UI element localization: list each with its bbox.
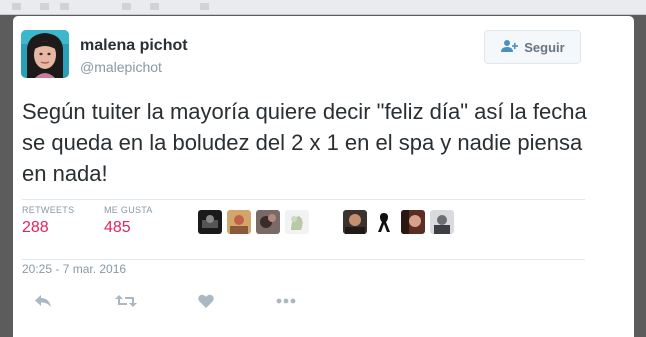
liker-avatar[interactable] <box>343 210 367 234</box>
retweet-button[interactable] <box>115 291 137 311</box>
liker-avatar[interactable] <box>401 210 425 234</box>
tweet-timestamp[interactable]: 20:25 - 7 mar. 2016 <box>22 262 126 276</box>
reply-button[interactable] <box>32 291 54 311</box>
likes-count: 485 <box>104 219 131 236</box>
liker-avatar[interactable] <box>227 210 251 234</box>
liker-avatar[interactable] <box>430 210 454 234</box>
retweet-icon <box>115 294 137 308</box>
toolbar-icon <box>150 3 159 10</box>
author-handle[interactable]: @malepichot <box>80 59 162 75</box>
toolbar-icon <box>60 3 69 10</box>
liker-avatar[interactable] <box>198 210 222 234</box>
retweets-label: RETWEETS <box>22 205 75 215</box>
follow-button[interactable]: Seguir <box>484 30 581 64</box>
more-icon <box>276 298 296 304</box>
liker-avatar[interactable] <box>285 210 309 234</box>
avatar[interactable] <box>21 30 69 78</box>
liker-avatar[interactable] <box>256 210 280 234</box>
reply-icon <box>34 294 52 308</box>
toolbar-icon <box>40 3 49 10</box>
liker-avatar[interactable] <box>372 210 396 234</box>
retweets-stat[interactable]: RETWEETS 288 <box>22 205 74 237</box>
follow-label: Seguir <box>524 39 565 55</box>
background-window-strip <box>0 0 646 15</box>
toolbar-icon <box>200 3 209 10</box>
divider <box>22 199 585 200</box>
heart-icon <box>198 294 214 308</box>
person-plus-icon <box>500 39 519 56</box>
tweet-text: Según tuiter la mayoría quiere decir "fe… <box>22 99 587 186</box>
divider <box>22 259 585 260</box>
author-name[interactable]: malena pichot <box>80 37 188 55</box>
retweets-count: 288 <box>22 219 49 236</box>
more-button[interactable] <box>275 291 297 311</box>
toolbar-icon <box>12 3 21 10</box>
likes-label: ME GUSTA <box>104 205 153 215</box>
likes-stat[interactable]: ME GUSTA 485 <box>104 205 153 237</box>
like-button[interactable] <box>195 291 217 311</box>
toolbar-icon <box>122 3 131 10</box>
